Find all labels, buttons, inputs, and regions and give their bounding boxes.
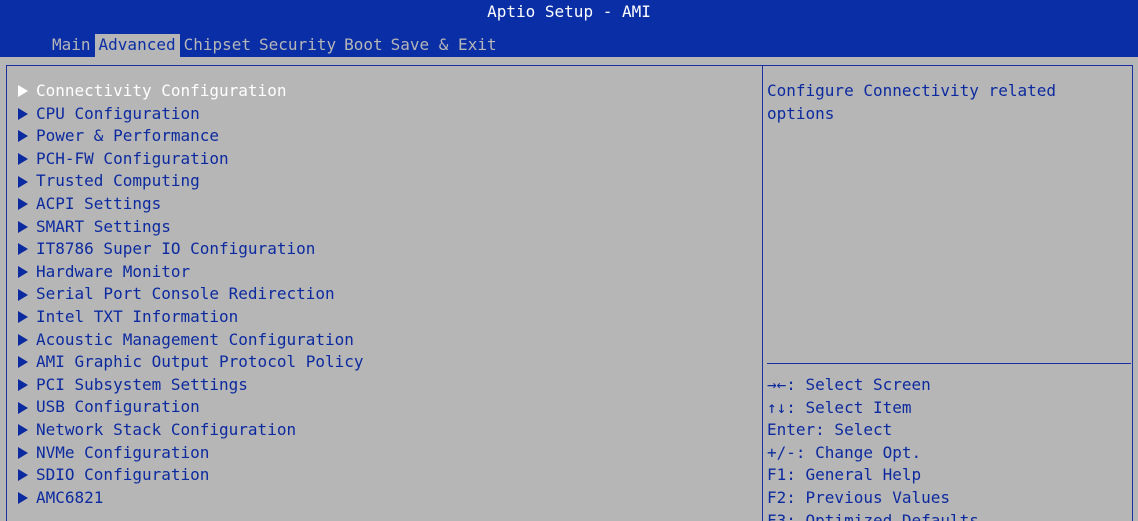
tab-boot[interactable]: Boot [340, 34, 387, 57]
bios-setup-screen: Aptio Setup - AMI Main Advanced Chipset … [0, 0, 1138, 521]
submenu-arrow-icon [18, 469, 28, 482]
menu-item-nvme-configuration[interactable]: NVMe Configuration [18, 442, 364, 465]
app-title: Aptio Setup - AMI [487, 2, 651, 21]
menu-item-label: Hardware Monitor [36, 261, 191, 281]
menu-item-smart-settings[interactable]: SMART Settings [18, 216, 364, 239]
tab-main[interactable]: Main [48, 34, 95, 57]
header-bar: Aptio Setup - AMI Main Advanced Chipset … [0, 0, 1138, 57]
menu-item-trusted-computing[interactable]: Trusted Computing [18, 170, 364, 193]
menu-item-label: Serial Port Console Redirection [36, 284, 335, 304]
menu-item-label: AMC6821 [36, 487, 104, 507]
submenu-arrow-icon [18, 85, 28, 98]
tab-save-exit[interactable]: Save & Exit [387, 34, 501, 57]
key-legend: →←: Select Screen ↑↓: Select Item Enter: S… [767, 374, 979, 521]
advanced-menu-list: Connectivity Configuration CPU Configurat… [18, 80, 364, 509]
menu-item-label: Trusted Computing [36, 171, 200, 191]
menu-item-label: Acoustic Management Configuration [36, 329, 354, 349]
submenu-arrow-icon [18, 130, 28, 143]
menu-item-label: PCI Subsystem Settings [36, 374, 248, 394]
menu-item-label: SMART Settings [36, 216, 171, 236]
key-legend-item: →←: Select Screen [767, 375, 931, 394]
menu-item-label: CPU Configuration [36, 103, 200, 123]
menu-item-acpi-settings[interactable]: ACPI Settings [18, 193, 364, 216]
menu-item-label: ACPI Settings [36, 193, 162, 213]
tab-chipset[interactable]: Chipset [180, 34, 255, 57]
submenu-arrow-icon [18, 356, 28, 369]
key-legend-item: F1: General Help [767, 465, 922, 485]
submenu-arrow-icon [18, 153, 28, 166]
help-description: Configure Connectivity related options [767, 81, 1056, 123]
menu-item-power-performance[interactable]: Power & Performance [18, 125, 364, 148]
menu-item-label: Network Stack Configuration [36, 419, 297, 439]
key-legend-item: F2: Previous Values [767, 487, 951, 507]
key-legend-item: +/-: Change Opt. [767, 442, 922, 462]
submenu-arrow-icon [18, 107, 28, 120]
menu-item-label: Power & Performance [36, 126, 220, 146]
submenu-arrow-icon [18, 198, 28, 211]
menu-item-serial-port-console-redirection[interactable]: Serial Port Console Redirection [18, 283, 364, 306]
submenu-arrow-icon [18, 266, 28, 279]
tab-bar: Main Advanced Chipset Security Boot Save… [48, 34, 501, 57]
menu-item-intel-txt-information[interactable]: Intel TXT Information [18, 306, 364, 329]
menu-item-label: SDIO Configuration [36, 465, 210, 485]
submenu-arrow-icon [18, 491, 28, 504]
submenu-arrow-icon [18, 446, 28, 459]
menu-item-acoustic-management-configuration[interactable]: Acoustic Management Configuration [18, 329, 364, 352]
key-legend-item: ↑↓: Select Item [767, 397, 912, 417]
tab-security[interactable]: Security [255, 34, 340, 57]
submenu-arrow-icon [18, 311, 28, 324]
menu-item-label: AMI Graphic Output Protocol Policy [36, 352, 364, 372]
menu-item-usb-configuration[interactable]: USB Configuration [18, 396, 364, 419]
menu-item-network-stack-configuration[interactable]: Network Stack Configuration [18, 419, 364, 442]
submenu-arrow-icon [18, 220, 28, 233]
menu-item-hardware-monitor[interactable]: Hardware Monitor [18, 261, 364, 284]
submenu-arrow-icon [18, 243, 28, 256]
menu-item-it8786-super-io-configuration[interactable]: IT8786 Super IO Configuration [18, 238, 364, 261]
submenu-arrow-icon [18, 424, 28, 437]
menu-item-label: IT8786 Super IO Configuration [36, 239, 316, 259]
help-divider [767, 363, 1131, 364]
submenu-arrow-icon [18, 379, 28, 392]
menu-item-amc6821[interactable]: AMC6821 [18, 487, 364, 510]
key-legend-item: Enter: Select [767, 420, 893, 440]
submenu-arrow-icon [18, 333, 28, 346]
tab-advanced[interactable]: Advanced [94, 34, 180, 57]
menu-item-label: USB Configuration [36, 397, 200, 417]
menu-item-label: NVMe Configuration [36, 442, 210, 462]
menu-item-pch-fw-configuration[interactable]: PCH-FW Configuration [18, 148, 364, 171]
submenu-arrow-icon [18, 288, 28, 301]
submenu-arrow-icon [18, 401, 28, 414]
menu-item-pci-subsystem-settings[interactable]: PCI Subsystem Settings [18, 374, 364, 397]
menu-item-ami-graphic-output-protocol-policy[interactable]: AMI Graphic Output Protocol Policy [18, 351, 364, 374]
menu-item-connectivity-configuration[interactable]: Connectivity Configuration [18, 80, 364, 103]
key-legend-item: F3: Optimized Defaults [767, 510, 979, 521]
menu-item-cpu-configuration[interactable]: CPU Configuration [18, 103, 364, 126]
menu-item-sdio-configuration[interactable]: SDIO Configuration [18, 464, 364, 487]
vertical-divider [762, 65, 763, 521]
menu-item-label: Connectivity Configuration [36, 81, 287, 100]
menu-item-label: PCH-FW Configuration [36, 148, 229, 168]
submenu-arrow-icon [18, 175, 28, 188]
menu-item-label: Intel TXT Information [36, 306, 239, 326]
